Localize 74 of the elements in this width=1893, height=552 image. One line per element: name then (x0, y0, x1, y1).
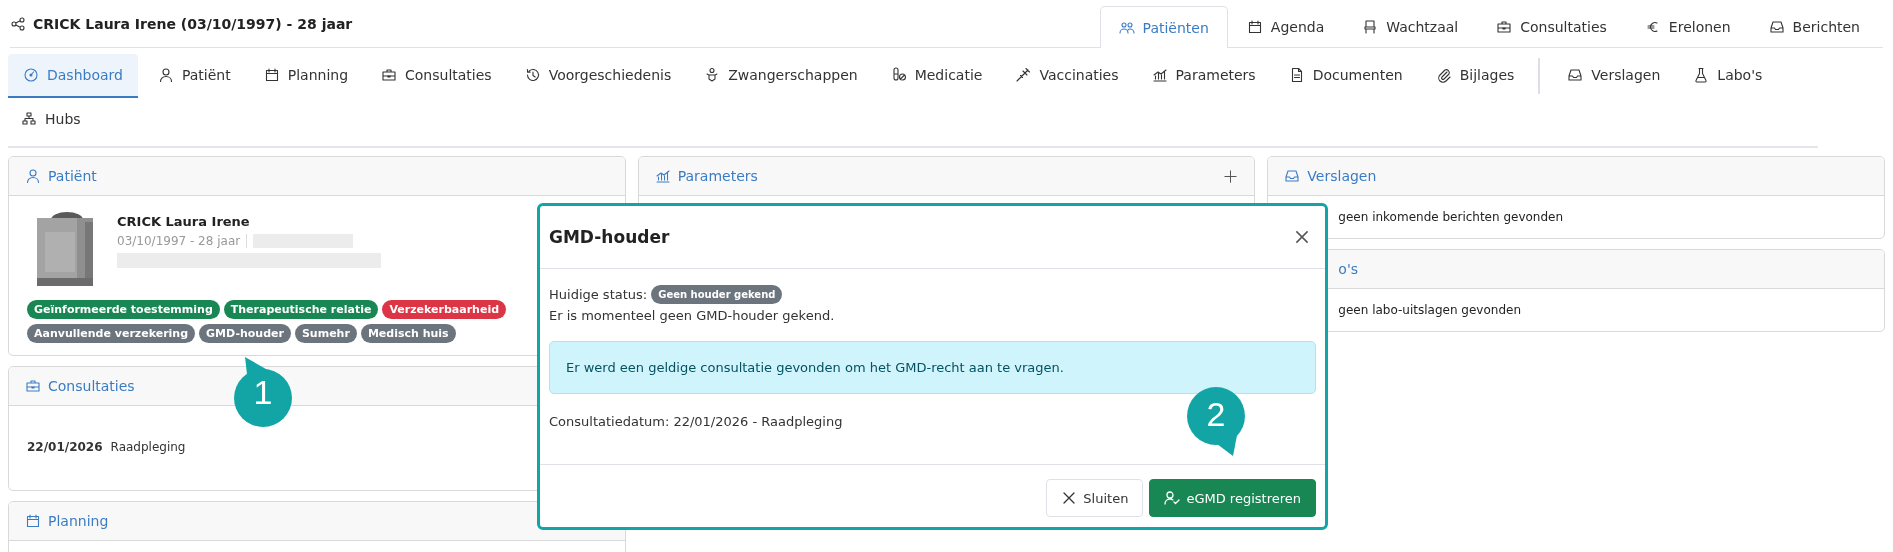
nav-tab[interactable]: Medicatie (877, 54, 996, 98)
card-title: Patiënt (48, 168, 97, 184)
nav-tab[interactable]: Parameters (1138, 54, 1269, 98)
consultation-type: Raadpleging (110, 440, 186, 454)
nav-tab[interactable]: Planning (250, 54, 362, 98)
user-check-icon (1164, 490, 1181, 506)
status-badge[interactable]: Verzekerbaarheid (382, 300, 507, 319)
nav-tab[interactable]: Labo's (1680, 54, 1776, 98)
chair-icon (1362, 19, 1379, 35)
top-tab[interactable]: Agenda (1227, 6, 1344, 47)
status-badge: Geen houder gekend (651, 285, 783, 304)
pills-icon (890, 67, 907, 83)
patient-title: CRICK Laura Irene (03/10/1997) - 28 jaar (33, 16, 353, 32)
status-badge[interactable]: Geïnformeerde toestemming (27, 300, 220, 319)
status-badge[interactable]: Therapeutische relatie (223, 300, 379, 319)
top-tab[interactable]: Wachtzaal (1343, 6, 1478, 47)
gauge-icon (23, 67, 39, 83)
nav-tab[interactable]: Hubs (8, 98, 94, 142)
chart-icon (654, 168, 671, 184)
sitemap-icon (21, 111, 37, 127)
inbox-icon (1567, 67, 1584, 83)
top-tab[interactable]: Berichten (1749, 6, 1879, 47)
card-title: Parameters (677, 168, 758, 184)
share-icon (10, 16, 26, 32)
inbox-icon (1284, 168, 1301, 184)
syringe-icon (1015, 67, 1032, 83)
person-icon (25, 168, 41, 184)
status-label: Huidige status: (549, 287, 648, 302)
birth-info: 03/10/1997 - 28 jaar (117, 234, 248, 248)
inbox-icon (1768, 19, 1785, 35)
card-title: Verslagen (1307, 168, 1377, 184)
nav-tab[interactable]: Voorgeschiedenis (511, 54, 685, 98)
nav-tab[interactable]: Vaccinaties (1002, 54, 1132, 98)
consultation-date: 22/01/2026 (27, 440, 103, 454)
modal-title: GMD-houder (549, 227, 670, 247)
person-icon (157, 67, 174, 83)
calendar-icon (1246, 19, 1263, 35)
info-alert: Er werd een geldige consultatie gevonden om het GMD-recht aan te vragen. (549, 341, 1316, 394)
status-badge[interactable]: Sumehr (294, 324, 357, 343)
consultation-info: Consultatiedatum: 22/01/2026 - Raadpleging (549, 414, 843, 429)
nav-tab[interactable]: Bijlages (1422, 54, 1528, 98)
top-tab[interactable]: Erelonen (1625, 6, 1750, 47)
paperclip-icon (1435, 67, 1452, 83)
close-icon[interactable] (1293, 228, 1311, 246)
close-button[interactable]: Sluiten (1046, 479, 1144, 517)
empty-message: geen labo-uitslagen gevonden (1338, 303, 1521, 317)
calendar-icon (263, 67, 280, 83)
top-tab[interactable]: Consultaties (1477, 6, 1626, 47)
patient-name: CRICK Laura Irene (117, 214, 251, 229)
nav-tab[interactable]: Consultaties (368, 54, 505, 98)
calendar-icon (25, 513, 41, 529)
nav-tab[interactable]: Dashboard (8, 54, 138, 98)
history-icon (524, 67, 541, 83)
card-title: Consultaties (48, 378, 135, 394)
chart-icon (1151, 67, 1168, 83)
users-icon (1118, 19, 1135, 36)
nav-tab[interactable]: Verslagen (1554, 54, 1674, 98)
card-title: Planning (48, 513, 109, 529)
nav-tab[interactable]: Zwangerschappen (691, 54, 871, 98)
card-title: o's (1338, 261, 1359, 277)
status-text: Er is momenteel geen GMD-houder gekend. (549, 308, 835, 323)
top-tab[interactable]: Patiënten (1099, 6, 1228, 48)
briefcase-icon (381, 67, 398, 83)
empty-message: geen inkomende berichten gevonden (1338, 210, 1564, 224)
register-button[interactable]: eGMD registreren (1149, 479, 1316, 517)
status-badge[interactable]: GMD-houder (199, 324, 291, 343)
status-badge[interactable]: Aanvullende verzekering (27, 324, 196, 343)
status-badge[interactable]: Medisch huis (360, 324, 456, 343)
briefcase-icon (25, 378, 41, 394)
flask-icon (1693, 67, 1710, 83)
add-icon[interactable] (1223, 168, 1239, 184)
nav-tab[interactable]: Patiënt (144, 54, 244, 98)
nav-tab[interactable]: Documenten (1275, 54, 1416, 98)
briefcase-icon (1496, 19, 1513, 35)
